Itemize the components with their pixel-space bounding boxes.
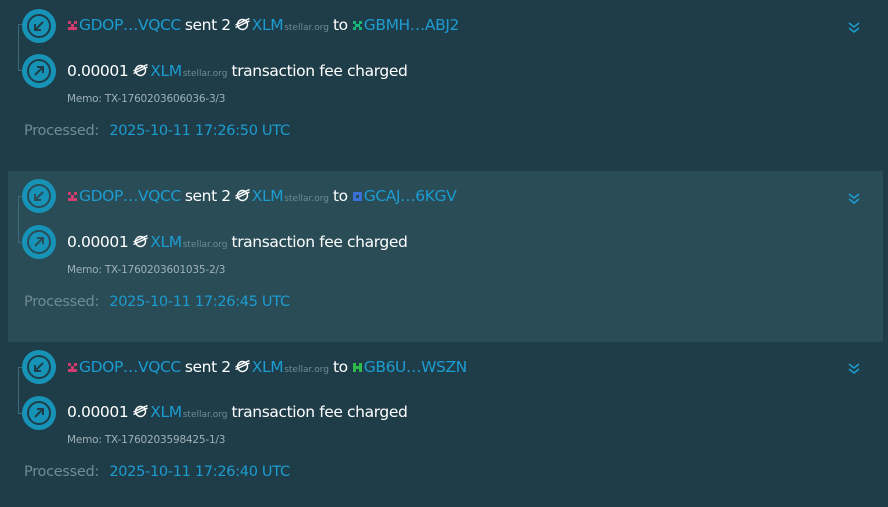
fee-amount: 0.00001 xyxy=(67,233,129,251)
processed-time: 2025-10-11 17:26:45 UTC xyxy=(109,294,290,310)
memo-text: Memo: TX-1760203598425-1/3 xyxy=(67,434,226,446)
asset-domain: stellar.org xyxy=(284,23,329,33)
fee-asset-link[interactable]: XLM xyxy=(150,233,182,251)
fee-op-icon xyxy=(22,225,56,259)
processed-label: Processed: xyxy=(24,464,100,480)
asset-domain: stellar.org xyxy=(284,194,329,204)
source-account-link[interactable]: GDOP…VQCC xyxy=(79,16,181,34)
memo-text: Memo: TX-1760203606036-3/3 xyxy=(67,93,226,105)
incoming-op-icon xyxy=(22,9,56,43)
transaction-card: GDOP…VQCC sent 2 XLM stellar.org to GBMH… xyxy=(8,0,883,165)
source-account-link[interactable]: GDOP…VQCC xyxy=(79,187,181,205)
identicon-icon xyxy=(352,21,362,30)
asset-link[interactable]: XLM xyxy=(252,358,284,376)
stellar-logo-icon xyxy=(234,189,250,202)
source-account-link[interactable]: GDOP…VQCC xyxy=(79,358,181,376)
fee-asset-link[interactable]: XLM xyxy=(150,403,182,421)
fee-amount: 0.00001 xyxy=(67,62,129,80)
processed-time: 2025-10-11 17:26:50 UTC xyxy=(109,123,290,139)
tree-connector xyxy=(18,24,19,70)
payment-verb: sent 2 xyxy=(184,16,231,34)
fee-asset-domain: stellar.org xyxy=(182,240,228,250)
identicon-icon xyxy=(68,21,77,30)
destination-account-link[interactable]: GBMH…ABJ2 xyxy=(364,16,460,34)
fee-op-icon xyxy=(22,396,56,430)
identicon-icon xyxy=(352,192,362,201)
fee-amount: 0.00001 xyxy=(67,403,129,421)
payment-line: GDOP…VQCC sent 2 XLM stellar.org to GCAJ… xyxy=(67,187,457,205)
fee-op-icon xyxy=(22,54,56,88)
stellar-logo-icon xyxy=(234,18,250,31)
asset-link[interactable]: XLM xyxy=(252,187,284,205)
fee-asset-domain: stellar.org xyxy=(182,410,228,420)
identicon-icon xyxy=(68,363,77,372)
identicon-icon xyxy=(352,363,362,372)
fee-asset-domain: stellar.org xyxy=(182,69,228,79)
processed-row: Processed: 2025-10-11 17:26:45 UTC xyxy=(24,294,290,310)
asset-domain: stellar.org xyxy=(284,365,329,375)
chevron-double-down-icon[interactable] xyxy=(847,21,861,35)
chevron-double-down-icon[interactable] xyxy=(847,192,861,206)
to-word: to xyxy=(332,358,348,376)
fee-line: 0.00001 XLM stellar.org transaction fee … xyxy=(67,233,411,251)
payment-verb: sent 2 xyxy=(184,187,231,205)
stellar-logo-icon xyxy=(133,405,149,418)
processed-label: Processed: xyxy=(24,294,100,310)
fee-text: transaction fee charged xyxy=(231,403,408,421)
tree-connector xyxy=(18,367,19,413)
fee-text: transaction fee charged xyxy=(231,62,408,80)
chevron-double-down-icon[interactable] xyxy=(847,362,861,376)
stellar-logo-icon xyxy=(234,360,250,373)
processed-row: Processed: 2025-10-11 17:26:50 UTC xyxy=(24,123,290,139)
stellar-logo-icon xyxy=(133,64,149,77)
destination-account-link[interactable]: GB6U…WSZN xyxy=(364,358,468,376)
payment-line: GDOP…VQCC sent 2 XLM stellar.org to GBMH… xyxy=(67,16,459,34)
memo-text: Memo: TX-1760203601035-2/3 xyxy=(67,264,226,276)
destination-account-link[interactable]: GCAJ…6KGV xyxy=(364,187,457,205)
payment-verb: sent 2 xyxy=(184,358,231,376)
processed-label: Processed: xyxy=(24,123,100,139)
to-word: to xyxy=(332,16,348,34)
payment-line: GDOP…VQCC sent 2 XLM stellar.org to GB6U… xyxy=(67,358,467,376)
identicon-icon xyxy=(68,192,77,201)
fee-text: transaction fee charged xyxy=(231,233,408,251)
asset-link[interactable]: XLM xyxy=(252,16,284,34)
processed-row: Processed: 2025-10-11 17:26:40 UTC xyxy=(24,464,290,480)
fee-asset-link[interactable]: XLM xyxy=(150,62,182,80)
tree-connector xyxy=(18,196,19,242)
transaction-card: GDOP…VQCC sent 2 XLM stellar.org to GB6U… xyxy=(8,342,883,507)
fee-line: 0.00001 XLM stellar.org transaction fee … xyxy=(67,403,411,421)
incoming-op-icon xyxy=(22,350,56,384)
fee-line: 0.00001 XLM stellar.org transaction fee … xyxy=(67,62,411,80)
incoming-op-icon xyxy=(22,179,56,213)
to-word: to xyxy=(332,187,348,205)
stellar-logo-icon xyxy=(133,235,149,248)
processed-time: 2025-10-11 17:26:40 UTC xyxy=(109,464,290,480)
transaction-card: GDOP…VQCC sent 2 XLM stellar.org to GCAJ… xyxy=(8,171,883,342)
